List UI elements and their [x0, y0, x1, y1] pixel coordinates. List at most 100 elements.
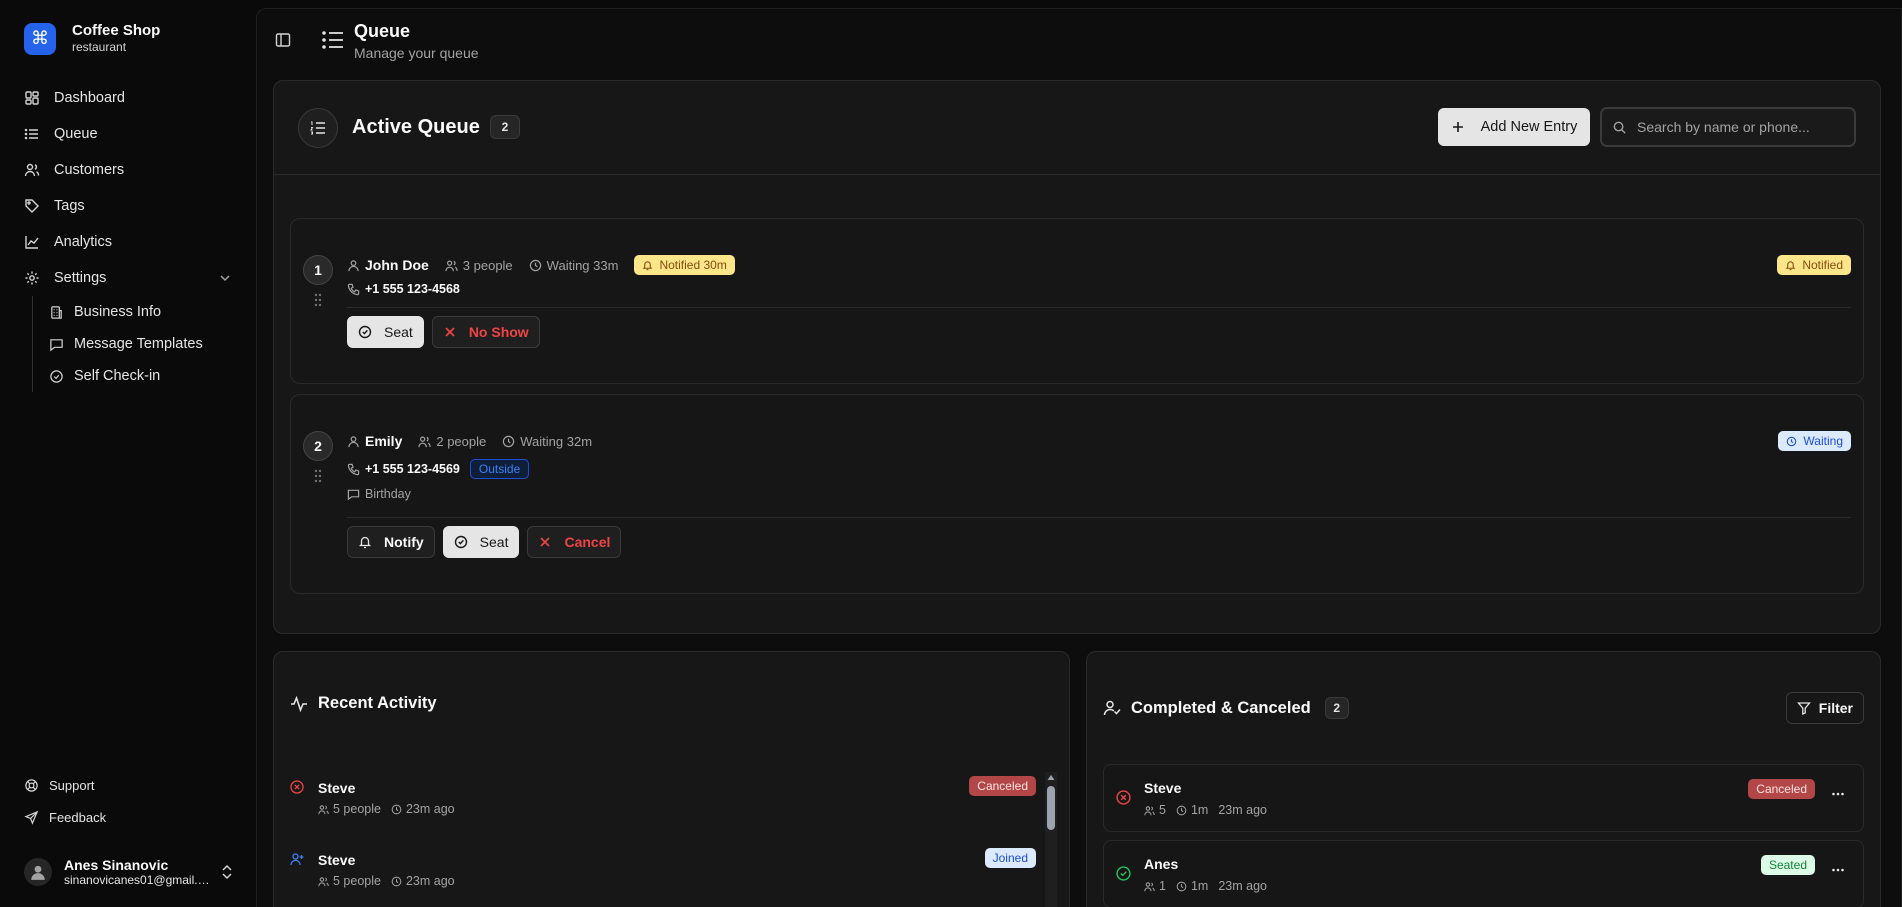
cancel-button[interactable]: Cancel — [527, 526, 622, 558]
scrollbar[interactable] — [1045, 772, 1057, 907]
active-queue-count: 2 — [490, 115, 520, 139]
drag-handle-icon[interactable] — [313, 293, 323, 307]
users-icon — [445, 260, 458, 271]
entry-note-row: Birthday — [347, 487, 411, 501]
user-icon — [348, 435, 359, 447]
sidebar-item-label: Business Info — [74, 304, 162, 320]
sidebar-item-tags[interactable]: Tags — [16, 188, 240, 224]
notified-time-badge: Notified 30m — [634, 255, 735, 275]
list-item[interactable]: Steve 5 1m 23m ago Canceled — [1103, 764, 1864, 832]
status-badge: Waiting — [1778, 431, 1851, 451]
seat-label: Seat — [384, 324, 413, 340]
entry-actions: Notify Seat Cancel — [347, 526, 622, 558]
sidebar-nav: Dashboard Queue Customers Tags Analytics… — [16, 80, 240, 392]
check-circle-icon — [1116, 866, 1131, 881]
plus-icon — [1452, 122, 1463, 132]
queue-entry[interactable]: 1 John Doe 3 people Waiting 33m Notified… — [290, 218, 1864, 384]
activity-name: Steve — [318, 780, 356, 796]
seat-button[interactable]: Seat — [347, 316, 424, 348]
sidebar-item-label: Customers — [54, 162, 125, 178]
user-plus-icon — [290, 853, 304, 866]
user-menu[interactable]: Anes Sinanovic sinanovicanes01@gmail.com — [24, 852, 234, 892]
notify-button[interactable]: Notify — [347, 526, 435, 558]
user-avatar-icon — [31, 865, 45, 880]
status-badge: Notified — [1777, 255, 1851, 275]
users-icon — [318, 804, 329, 814]
brand-name: Coffee Shop — [72, 22, 161, 39]
send-icon — [24, 810, 39, 825]
list-icon — [322, 31, 343, 49]
user-email: sinanovicanes01@gmail.com — [64, 873, 214, 887]
completed-party: 1 — [1159, 879, 1166, 893]
activity-time: 23m ago — [405, 802, 455, 816]
entry-note: Birthday — [365, 487, 411, 501]
filter-button[interactable]: Filter — [1785, 692, 1864, 724]
search-input[interactable] — [1637, 119, 1837, 135]
sidebar-item-analytics[interactable]: Analytics — [16, 224, 240, 260]
party-size: 2 people — [418, 434, 486, 449]
sidebar-item-label: Settings — [54, 270, 107, 286]
sidebar-item-feedback[interactable]: Feedback — [16, 801, 240, 833]
search-icon — [1613, 121, 1626, 134]
more-horizontal-icon[interactable] — [1831, 787, 1845, 801]
party-size-text: 3 people — [462, 257, 513, 273]
check-circle-icon — [454, 535, 467, 549]
add-entry-button[interactable]: Add New Entry — [1438, 108, 1590, 146]
x-circle-icon — [290, 780, 304, 794]
settings-subnav: Business Info Message Templates Self Che… — [32, 296, 240, 392]
sidebar-item-business-info[interactable]: Business Info — [49, 296, 240, 328]
brand[interactable]: ⌘ Coffee Shop restaurant — [24, 22, 160, 55]
ordered-list-icon — [298, 108, 338, 148]
sidebar-item-label: Dashboard — [54, 90, 125, 106]
list-item[interactable]: Anes 1 1m 23m ago Seated — [1103, 840, 1864, 907]
waiting-time-text: Waiting 33m — [546, 257, 619, 273]
recent-activity-panel: Recent Activity Steve 5 people 23m ago C… — [273, 651, 1070, 907]
list-icon — [24, 128, 38, 140]
message-icon — [347, 489, 360, 500]
bell-icon — [642, 260, 653, 270]
sidebar-item-label: Tags — [54, 198, 85, 214]
filter-label: Filter — [1818, 700, 1853, 716]
sidebar-item-dashboard[interactable]: Dashboard — [16, 80, 240, 116]
building-icon — [51, 305, 62, 319]
seat-button[interactable]: Seat — [442, 526, 520, 558]
notify-label: Notify — [384, 534, 424, 550]
queue-position: 1 — [303, 255, 333, 285]
clock-icon — [1176, 881, 1187, 891]
active-queue-panel: Active Queue 2 Add New Entry 1 John Doe … — [273, 80, 1881, 634]
completed-wait: 1m — [1190, 803, 1209, 817]
topbar: Queue Manage your queue — [257, 9, 1901, 71]
sidebar-item-self-check-in[interactable]: Self Check-in — [49, 360, 240, 392]
active-queue-header: Active Queue 2 Add New Entry — [274, 81, 1880, 175]
tag-icon — [25, 199, 39, 213]
entry-divider — [347, 517, 1851, 518]
location-badge: Outside — [469, 459, 530, 479]
sidebar-item-support[interactable]: Support — [16, 769, 240, 801]
entry-contact-row: +1 555 123-4568 — [347, 282, 470, 296]
sidebar-item-customers[interactable]: Customers — [16, 152, 240, 188]
users-icon — [318, 876, 329, 886]
queue-entry[interactable]: 2 Emily 2 people Waiting 32m +1 555 123-… — [290, 394, 1864, 594]
gear-icon — [25, 271, 39, 285]
drag-handle-icon[interactable] — [313, 469, 323, 483]
sidebar-toggle-icon[interactable] — [275, 32, 291, 48]
sidebar-item-message-templates[interactable]: Message Templates — [49, 328, 240, 360]
sidebar-item-queue[interactable]: Queue — [16, 116, 240, 152]
scrollbar-thumb[interactable] — [1047, 786, 1055, 830]
no-show-button[interactable]: No Show — [431, 316, 540, 348]
activity-time: 23m ago — [405, 874, 455, 888]
more-horizontal-icon[interactable] — [1831, 863, 1845, 877]
x-circle-icon — [1116, 790, 1131, 805]
recent-activity-title: Recent Activity — [318, 694, 437, 712]
chevron-down-icon[interactable] — [218, 271, 232, 285]
cancel-label: Cancel — [564, 534, 611, 550]
completed-name: Anes — [1144, 856, 1179, 872]
sidebar-item-settings[interactable]: Settings — [16, 260, 240, 296]
check-circle-icon — [50, 369, 63, 383]
sidebar: ⌘ Coffee Shop restaurant Dashboard Queue… — [0, 0, 256, 907]
clock-icon — [391, 804, 402, 814]
bell-icon — [1785, 260, 1796, 270]
entry-info-row: John Doe 3 people Waiting 33m Notified 3… — [347, 255, 735, 275]
scroll-up-icon[interactable] — [1047, 774, 1055, 782]
completed-party: 5 — [1159, 803, 1166, 817]
